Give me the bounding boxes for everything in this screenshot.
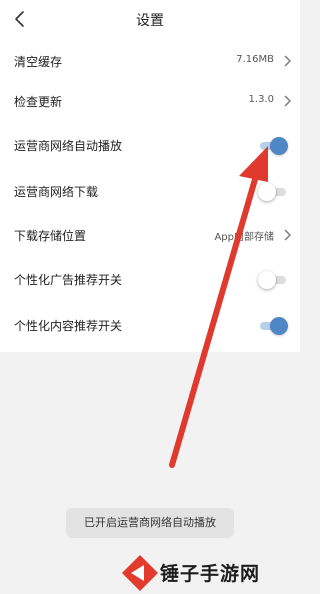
personalized-content-toggle[interactable] (258, 317, 288, 335)
toggle-knob (270, 317, 288, 335)
setting-label: 个性化内容推荐开关 (14, 319, 123, 333)
toggle-knob (258, 271, 276, 289)
setting-clear-cache[interactable]: 清空缓存 7.16MB (0, 40, 300, 84)
chevron-right-icon (284, 55, 291, 67)
version-value: 1.3.0 (248, 94, 274, 105)
chevron-right-icon (284, 229, 291, 241)
page-title: 设置 (136, 13, 164, 29)
setting-label: 清空缓存 (14, 55, 63, 69)
chevron-right-icon (284, 95, 291, 107)
setting-label: 运营商网络下载 (14, 185, 99, 199)
watermark: 锤子手游网 (120, 552, 300, 594)
setting-personalized-content: 个性化内容推荐开关 (0, 304, 300, 348)
setting-label: 检查更新 (14, 95, 63, 109)
top-bar: 设置 (0, 0, 300, 40)
setting-label: 个性化广告推荐开关 (14, 273, 123, 287)
watermark-text: 锤子手游网 (160, 563, 261, 585)
download-location-value: App内部存储 (214, 232, 274, 243)
setting-cellular-autoplay: 运营商网络自动播放 (0, 124, 300, 168)
toggle-knob (270, 137, 288, 155)
personalized-ads-toggle[interactable] (258, 271, 288, 289)
setting-download-location[interactable]: 下载存储位置 App内部存储 (0, 214, 300, 258)
hammer-logo-icon (122, 555, 158, 591)
cellular-download-toggle[interactable] (258, 183, 288, 201)
setting-label: 下载存储位置 (14, 229, 87, 243)
setting-check-update[interactable]: 检查更新 1.3.0 (0, 80, 300, 124)
setting-label: 运营商网络自动播放 (14, 139, 123, 153)
toast-message: 已开启运营商网络自动播放 (66, 508, 234, 538)
setting-cellular-download: 运营商网络下载 (0, 170, 300, 214)
settings-list: 清空缓存 7.16MB 检查更新 1.3.0 运营商网络自动播放 运营商网络下载… (0, 40, 300, 352)
cache-size-value: 7.16MB (236, 54, 274, 65)
cellular-autoplay-toggle[interactable] (258, 137, 288, 155)
setting-personalized-ads: 个性化广告推荐开关 (0, 258, 300, 302)
toggle-knob (258, 183, 276, 201)
